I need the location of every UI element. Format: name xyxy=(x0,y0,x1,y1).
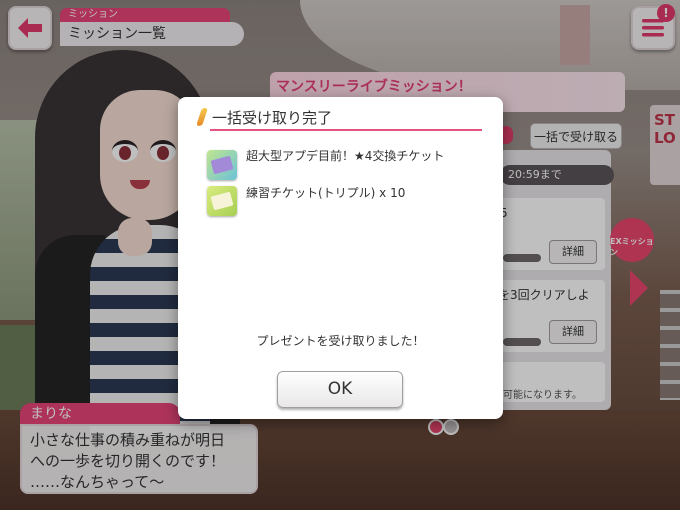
title-divider xyxy=(210,129,482,131)
dialog-title: 一括受け取り完了 xyxy=(212,109,333,127)
dialog-message: プレゼントを受け取りました！ xyxy=(256,334,425,348)
reward-item-label: 超大型アプデ目前！★4交換チケット xyxy=(246,149,445,163)
practice-ticket-icon xyxy=(207,186,237,216)
ok-button[interactable]: OK xyxy=(277,371,403,408)
reward-item-label: 練習チケット(トリプル) x 10 xyxy=(246,186,406,200)
ticket-icon xyxy=(207,150,237,180)
